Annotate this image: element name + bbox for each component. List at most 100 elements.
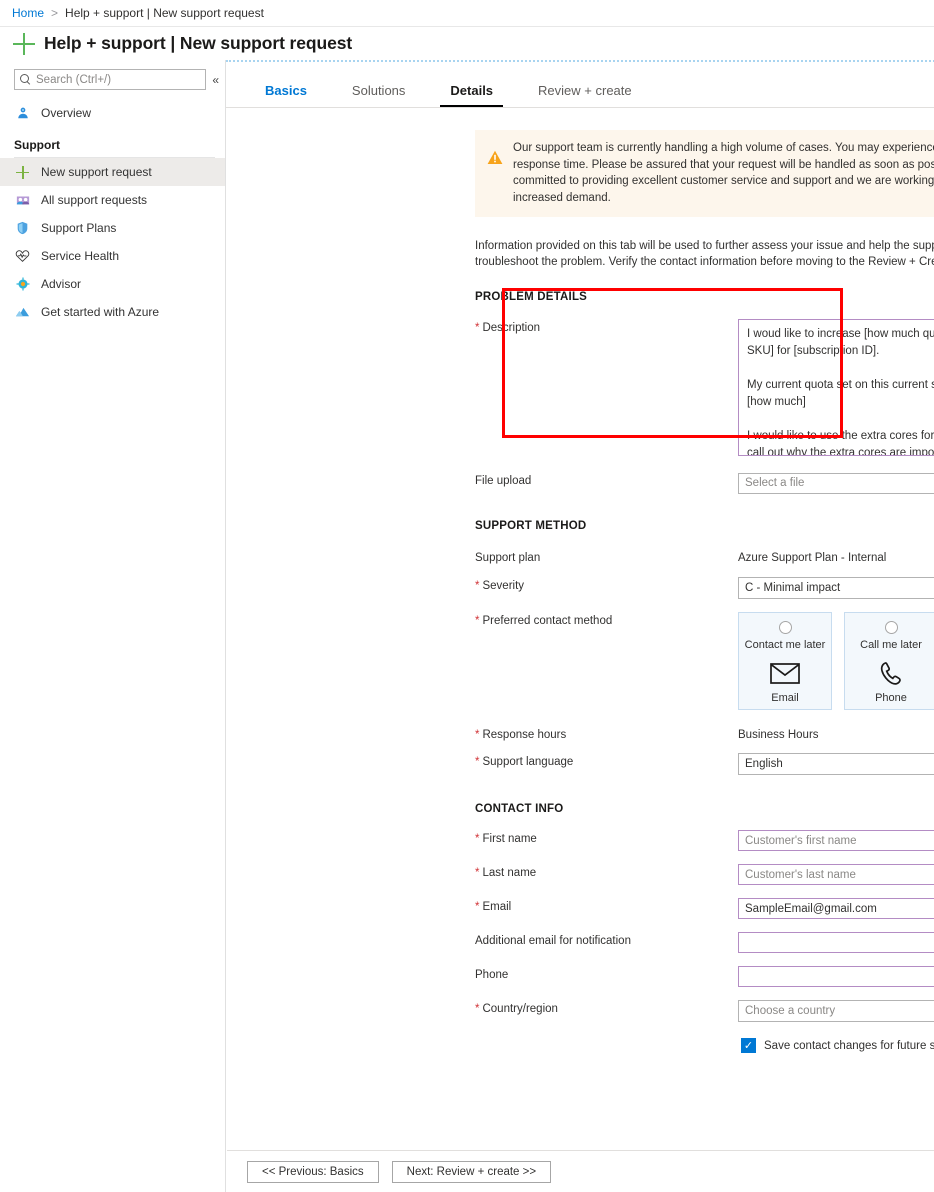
sidebar-item-label: Advisor [41, 277, 82, 291]
row-phone: Phone ✓ [475, 966, 934, 987]
contact-option-phone[interactable]: Call me later Phone [844, 612, 934, 710]
required-asterisk: * [475, 615, 480, 627]
response-hours-value: Business Hours [738, 729, 819, 741]
required-asterisk: * [475, 1003, 480, 1015]
high-volume-banner: Our support team is currently handling a… [475, 130, 934, 217]
contact-method-field-wrap: Contact me later Email Call me later Pho… [738, 612, 934, 710]
sidebar-group-support: Support [14, 138, 60, 152]
last-name-input[interactable]: Customer's last name ✓ [738, 864, 934, 885]
body-split: Search (Ctrl+/) « Overview Support New s… [0, 60, 934, 1192]
label-text: Response hours [482, 729, 567, 741]
first-name-placeholder: Customer's first name [745, 834, 857, 847]
required-asterisk: * [475, 756, 480, 768]
support-language-field-wrap: English ⌄ [738, 753, 934, 775]
file-upload-field-wrap: Select a file [738, 472, 934, 494]
row-response-hours: * Response hours Business Hours [475, 726, 934, 741]
phone-icon [879, 660, 903, 686]
email-label: * Email [475, 898, 738, 913]
additional-email-input[interactable]: ✓ [738, 932, 934, 953]
main-panel: Basics Solutions Details Review + create [226, 60, 934, 1192]
row-email: *Email SampleEmail@gmail.com ✓ [475, 898, 934, 919]
radio-icon[interactable] [884, 621, 898, 634]
country-select[interactable]: Choose a country ⌄ [738, 1000, 934, 1022]
tab-review-create[interactable]: Review + create [528, 83, 642, 107]
required-asterisk: * [475, 833, 480, 845]
support-language-select[interactable]: English ⌄ [738, 753, 934, 775]
severity-field-wrap: C - Minimal impact ⌄ [738, 577, 934, 599]
heart-pulse-icon [14, 249, 31, 263]
first-name-label: * First name [475, 830, 738, 845]
search-input[interactable]: Search (Ctrl+/) [14, 69, 207, 90]
file-upload-placeholder: Select a file [745, 477, 805, 489]
file-upload-input[interactable]: Select a file [738, 472, 934, 494]
app-root: Home > Help + support | New support requ… [0, 0, 934, 1192]
contact-option-email[interactable]: Contact me later Email [738, 612, 832, 710]
required-asterisk: * [475, 580, 480, 592]
sidebar-item-new-support-request[interactable]: New support request [0, 158, 225, 186]
label-text: Last name [482, 867, 537, 879]
search-placeholder: Search (Ctrl+/) [36, 73, 112, 86]
row-support-language: *Support language English ⌄ [475, 753, 934, 775]
support-language-label: * Support language [475, 753, 738, 768]
sidebar-item-label: Support Plans [41, 221, 117, 235]
collapse-sidebar-button[interactable]: « [212, 73, 219, 87]
plus-icon [14, 165, 31, 179]
phone-label: Phone [475, 969, 509, 981]
email-input[interactable]: SampleEmail@gmail.com ✓ [738, 898, 934, 919]
sidebar-item-service-health[interactable]: Service Health [0, 242, 225, 270]
row-file-upload: File upload Select a file [475, 472, 934, 494]
sidebar-item-get-started-with-azure[interactable]: Get started with Azure [0, 298, 225, 326]
plus-icon [13, 32, 35, 55]
tab-basics[interactable]: Basics [255, 83, 317, 107]
breadcrumb: Home > Help + support | New support requ… [0, 0, 934, 27]
page-title: Help + support | New support request [44, 33, 353, 53]
country-label: * Country/region [475, 1000, 738, 1015]
section-support-method: SUPPORT METHOD [475, 520, 587, 532]
sidebar-item-advisor[interactable]: Advisor [0, 270, 225, 298]
previous-basics-button[interactable]: << Previous: Basics [247, 1160, 379, 1183]
sidebar-search-row: Search (Ctrl+/) « [0, 69, 225, 90]
sidebar-item-label: Overview [41, 106, 92, 120]
sidebar-item-overview[interactable]: Overview [0, 99, 225, 127]
radio-icon[interactable] [778, 621, 792, 634]
severity-label: * Severity [475, 577, 738, 592]
contact-method-label: * Preferred contact method [475, 612, 738, 627]
people-icon [14, 193, 31, 207]
row-description: * Description I woud like to increase [ho… [475, 319, 934, 456]
row-last-name: *Last name Customer's last name ✓ [475, 864, 934, 885]
required-asterisk: * [475, 867, 480, 879]
section-contact-info: CONTACT INFO [475, 803, 564, 815]
label-text: Description [482, 322, 541, 334]
severity-select[interactable]: C - Minimal impact ⌄ [738, 577, 934, 599]
sidebar-item-label: New support request [41, 165, 152, 179]
last-name-label: * Last name [475, 864, 738, 879]
required-asterisk: * [475, 901, 480, 913]
additional-email-field-wrap: ✓ [738, 932, 934, 953]
save-contact-checkbox[interactable]: ✓ [741, 1038, 756, 1053]
required-asterisk: * [475, 729, 480, 741]
label-text: First name [482, 833, 537, 845]
shield-icon [14, 221, 31, 235]
label-text: Support language [482, 756, 574, 768]
warning-icon [487, 150, 503, 206]
row-severity: *Severity C - Minimal impact ⌄ [475, 577, 934, 599]
severity-value: C - Minimal impact [745, 582, 841, 594]
breadcrumb-home-link[interactable]: Home [12, 6, 44, 20]
sidebar-item-support-plans[interactable]: Support Plans [0, 214, 225, 242]
sidebar-item-all-support-requests[interactable]: All support requests [0, 186, 225, 214]
first-name-input[interactable]: Customer's first name ✓ [738, 830, 934, 851]
support-plan-label: Support plan [475, 552, 541, 564]
contact-method-options: Contact me later Email Call me later Pho… [738, 612, 934, 710]
label-text: Country/region [482, 1003, 558, 1015]
envelope-icon [770, 660, 800, 686]
page-header: Help + support | New support request [0, 27, 934, 60]
tab-bar: Basics Solutions Details Review + create [226, 62, 934, 107]
contact-option-top-label: Contact me later [744, 639, 826, 651]
description-textarea[interactable]: I woud like to increase [how much quota]… [738, 319, 934, 456]
row-support-plan: Support plan Azure Support Plan - Intern… [475, 549, 934, 564]
next-review-create-button[interactable]: Next: Review + create >> [391, 1160, 552, 1183]
phone-input[interactable]: ✓ [738, 966, 934, 987]
tab-details[interactable]: Details [440, 83, 503, 107]
required-asterisk: * [475, 322, 480, 334]
tab-solutions[interactable]: Solutions [342, 83, 415, 107]
